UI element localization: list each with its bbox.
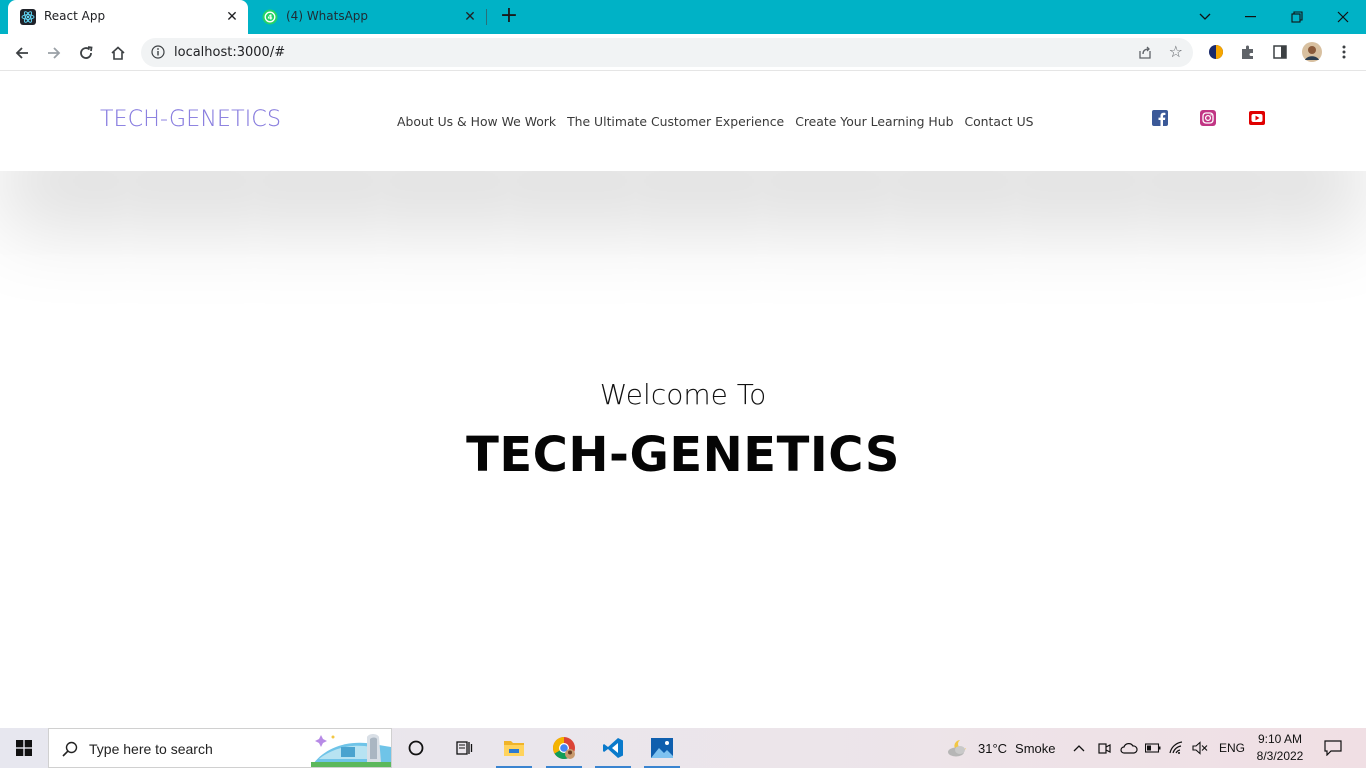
- onedrive-icon[interactable]: [1120, 728, 1138, 768]
- close-tab-icon[interactable]: ✕: [462, 9, 478, 25]
- vscode-icon[interactable]: [589, 728, 637, 768]
- cortana-icon[interactable]: [392, 728, 440, 768]
- taskbar-clock[interactable]: 9:10 AM 8/3/2022: [1250, 731, 1310, 765]
- forward-button[interactable]: [42, 41, 66, 65]
- side-panel-icon[interactable]: [1270, 42, 1290, 62]
- main-nav: About Us & How We Work The Ultimate Cust…: [397, 114, 1034, 129]
- tab-react-app[interactable]: React App ✕: [8, 0, 248, 34]
- site-logo[interactable]: TECH-GENETICS: [100, 107, 281, 132]
- restore-button[interactable]: [1274, 0, 1320, 34]
- nav-about[interactable]: About Us & How We Work: [397, 114, 556, 129]
- windows-taskbar: Type here to search 31°C Smoke ENG 9:10 …: [0, 728, 1366, 768]
- browser-tab-strip: React App ✕ 4 (4) WhatsApp ✕ +: [0, 0, 1366, 34]
- nav-customer-experience[interactable]: The Ultimate Customer Experience: [567, 114, 784, 129]
- taskbar-search-box[interactable]: Type here to search: [48, 728, 392, 768]
- chrome-icon[interactable]: [540, 728, 588, 768]
- svg-text:4: 4: [268, 14, 273, 22]
- web-page: TECH-GENETICS About Us & How We Work The…: [0, 71, 1366, 728]
- tab-title: React App: [44, 9, 106, 23]
- tray-expand-icon[interactable]: [1073, 728, 1085, 768]
- react-icon: [20, 9, 36, 25]
- url-text: localhost:3000/#: [174, 45, 286, 60]
- info-icon[interactable]: [151, 45, 165, 59]
- search-icon: [62, 741, 78, 757]
- tab-divider: [486, 9, 487, 25]
- task-view-icon[interactable]: [440, 728, 488, 768]
- back-button[interactable]: [10, 41, 34, 65]
- new-tab-button[interactable]: +: [498, 5, 520, 28]
- photos-icon[interactable]: [638, 728, 686, 768]
- tab-whatsapp[interactable]: 4 (4) WhatsApp ✕: [250, 0, 486, 34]
- extensions-puzzle-icon[interactable]: [1238, 42, 1258, 62]
- clock-time: 9:10 AM: [1257, 732, 1303, 746]
- weather-desc: Smoke: [1015, 740, 1056, 756]
- battery-icon[interactable]: [1145, 728, 1161, 768]
- browser-toolbar: localhost:3000/# ☆: [0, 34, 1366, 71]
- menu-kebab-icon[interactable]: [1334, 42, 1354, 62]
- tab-title: (4) WhatsApp: [286, 9, 369, 23]
- volume-muted-icon[interactable]: [1192, 728, 1208, 768]
- extension-icon[interactable]: [1206, 42, 1226, 62]
- minimize-button[interactable]: [1228, 0, 1274, 34]
- close-window-button[interactable]: [1320, 0, 1366, 34]
- whatsapp-icon: 4: [262, 9, 278, 25]
- weather-widget[interactable]: 31°C Smoke: [946, 728, 1056, 768]
- home-button[interactable]: [106, 41, 130, 65]
- notifications-icon[interactable]: [1324, 728, 1342, 768]
- bookmark-star-icon[interactable]: ☆: [1169, 43, 1183, 61]
- close-tab-icon[interactable]: ✕: [224, 9, 240, 25]
- start-button[interactable]: [0, 728, 48, 768]
- facebook-icon[interactable]: [1152, 110, 1168, 126]
- wifi-icon[interactable]: [1169, 728, 1185, 768]
- profile-avatar[interactable]: [1302, 42, 1322, 62]
- instagram-icon[interactable]: [1200, 110, 1216, 126]
- weather-temp: 31°C: [978, 740, 1008, 756]
- address-bar[interactable]: localhost:3000/# ☆: [141, 38, 1193, 67]
- nav-learning-hub[interactable]: Create Your Learning Hub: [795, 114, 953, 129]
- site-header: TECH-GENETICS About Us & How We Work The…: [0, 71, 1366, 171]
- youtube-icon[interactable]: [1249, 110, 1265, 126]
- clock-date: 8/3/2022: [1256, 749, 1304, 763]
- windows-logo-icon: [16, 740, 32, 756]
- share-icon[interactable]: [1137, 44, 1153, 60]
- hero-title: TECH-GENETICS: [466, 427, 900, 483]
- search-placeholder: Type here to search: [89, 741, 213, 757]
- nav-contact[interactable]: Contact US: [964, 114, 1033, 129]
- meet-now-icon[interactable]: [1097, 728, 1111, 768]
- weather-moon-cloud-icon: [948, 740, 966, 757]
- file-explorer-icon[interactable]: [490, 728, 538, 768]
- hero-welcome-text: Welcome To: [599, 378, 767, 411]
- search-highlight-image: [311, 734, 391, 767]
- reload-button[interactable]: [74, 41, 98, 65]
- tab-search-icon[interactable]: [1182, 0, 1228, 34]
- language-indicator[interactable]: ENG: [1219, 728, 1245, 768]
